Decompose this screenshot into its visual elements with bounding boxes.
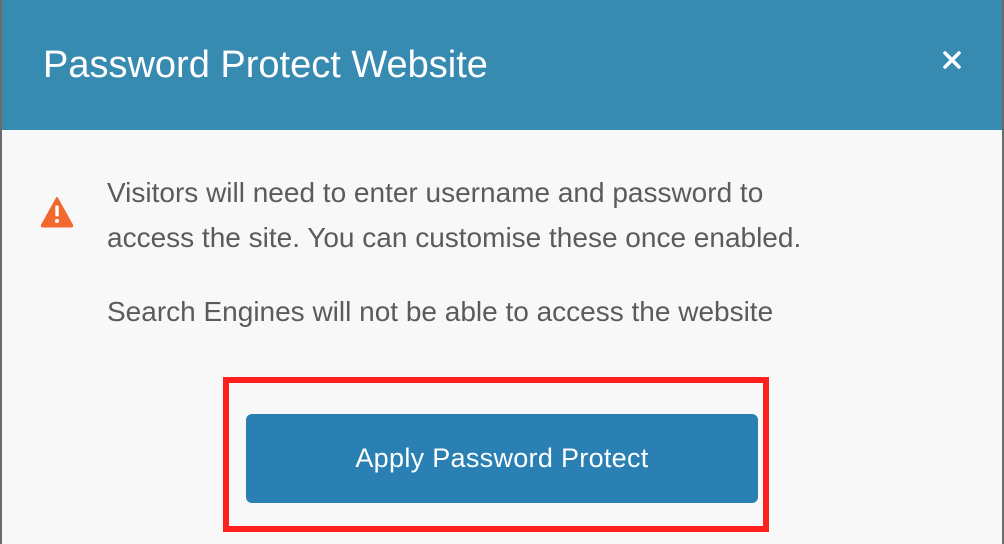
dialog-title: Password Protect Website (43, 44, 488, 86)
warning-triangle-icon (40, 196, 74, 228)
warning-message-line-2: access the site. You can customise these… (107, 222, 802, 253)
apply-password-protect-button[interactable]: Apply Password Protect (246, 414, 758, 503)
close-icon (943, 51, 961, 69)
close-button[interactable] (932, 40, 972, 80)
warning-message-line-1: Visitors will need to enter username and… (107, 177, 764, 208)
password-protect-dialog: Password Protect Website Visitors will n… (2, 0, 1002, 544)
search-engine-notice: Search Engines will not be able to acces… (107, 296, 774, 327)
dialog-header: Password Protect Website (2, 0, 1002, 130)
